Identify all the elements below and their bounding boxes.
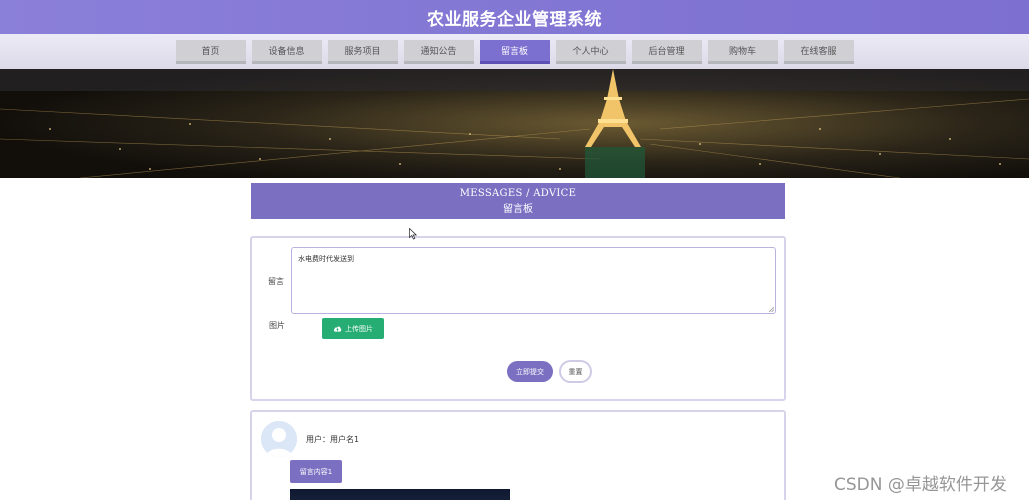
watermark-text: CSDN @卓越软件开发: [834, 475, 1007, 495]
section-title-en: MESSAGES / ADVICE: [459, 188, 577, 199]
message-textarea[interactable]: 水电费时代发送到: [291, 247, 776, 314]
message-form: 留言 水电费时代发送到 图片 上传图片 立即提交 重置: [250, 236, 786, 401]
nav-item-message-board[interactable]: 留言板: [479, 39, 550, 64]
banner-image: [0, 69, 1029, 178]
nav-label: 在线客服: [800, 46, 837, 57]
nav-item-services[interactable]: 服务项目: [327, 39, 398, 64]
resize-grip-icon[interactable]: [768, 306, 774, 312]
city-night-banner: [0, 69, 1029, 178]
upload-label: 上传图片: [345, 324, 373, 333]
cloud-upload-icon: [333, 326, 342, 332]
comment-content-label: 留言内容1: [299, 467, 333, 476]
submit-label: 立即提交: [516, 367, 544, 376]
nav-label: 通知公告: [420, 46, 457, 57]
nav-item-home[interactable]: 首页: [175, 39, 246, 64]
avatar: [261, 421, 297, 457]
nav-label: 后台管理: [648, 46, 685, 57]
nav-label: 服务项目: [344, 46, 381, 57]
main-nav: 首页 设备信息 服务项目 通知公告 留言板 个人中心 后台管理 购物车 在线客服: [0, 34, 1029, 69]
nav-item-profile[interactable]: 个人中心: [555, 39, 626, 64]
reset-button[interactable]: 重置: [559, 360, 592, 383]
comment-user: 用户：用户名1: [306, 435, 360, 444]
nav-item-cart[interactable]: 购物车: [707, 39, 778, 64]
nav-label: 首页: [201, 46, 220, 57]
site-title: 农业服务企业管理系统: [427, 9, 602, 30]
nav-label: 留言板: [500, 46, 528, 57]
upload-image-button[interactable]: 上传图片: [322, 318, 384, 339]
nav-label: 个人中心: [572, 46, 609, 57]
reset-label: 重置: [568, 367, 583, 376]
nav-label: 设备信息: [268, 46, 305, 57]
submit-button[interactable]: 立即提交: [507, 361, 553, 382]
nav-item-admin[interactable]: 后台管理: [631, 39, 702, 64]
user-avatar-icon: [261, 421, 297, 457]
section-title-cn: 留言板: [503, 204, 533, 215]
message-board-header: MESSAGES / ADVICE 留言板: [251, 183, 785, 219]
nav-item-notices[interactable]: 通知公告: [403, 39, 474, 64]
nav-item-equipment[interactable]: 设备信息: [251, 39, 322, 64]
comment-item: 用户：用户名1 留言内容1: [250, 410, 786, 500]
comment-image: [290, 489, 510, 500]
top-header: 农业服务企业管理系统: [0, 0, 1029, 34]
comment-content-button[interactable]: 留言内容1: [290, 460, 342, 483]
nav-item-online-service[interactable]: 在线客服: [783, 39, 854, 64]
mouse-cursor-icon: [409, 228, 417, 240]
nav-label: 购物车: [728, 46, 756, 57]
image-label: 图片: [269, 321, 285, 330]
message-label: 留言: [268, 277, 284, 286]
